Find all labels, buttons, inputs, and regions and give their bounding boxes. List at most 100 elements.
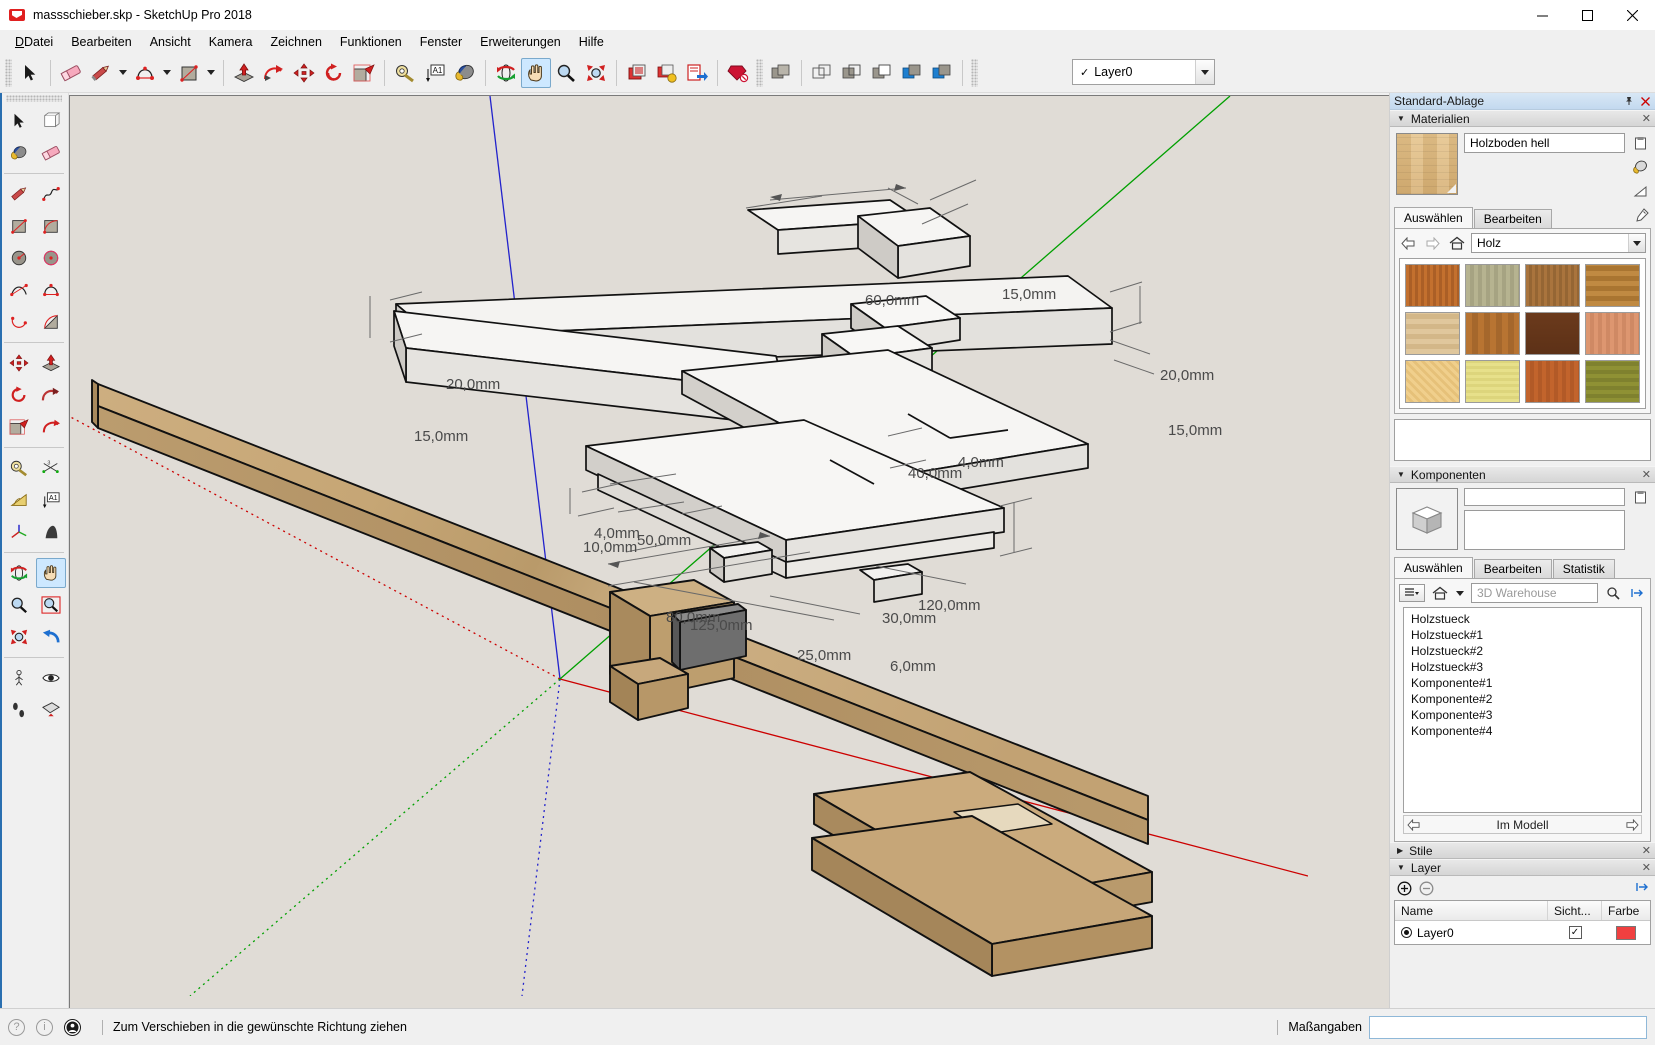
create-material-icon[interactable] bbox=[1631, 134, 1649, 152]
material-swatch-1[interactable] bbox=[1405, 264, 1460, 307]
layers-section-header[interactable]: ▼ Layer ✕ bbox=[1390, 859, 1655, 876]
export-button[interactable] bbox=[682, 58, 712, 88]
close-icon[interactable]: ✕ bbox=[1642, 861, 1651, 874]
toolbar-grip-3[interactable] bbox=[971, 58, 978, 87]
followme-tool-button[interactable] bbox=[259, 58, 289, 88]
chevron-down-icon[interactable] bbox=[1454, 584, 1466, 602]
rectangle-tool-button-left[interactable] bbox=[4, 211, 34, 241]
pan-tool-button[interactable] bbox=[521, 57, 551, 88]
paint-bucket-tool-button-left[interactable] bbox=[4, 138, 34, 168]
table-row[interactable]: Layer0 ✓ bbox=[1395, 921, 1650, 944]
line-tool-button[interactable] bbox=[86, 58, 116, 88]
arc-tool-button[interactable] bbox=[130, 58, 160, 88]
list-item[interactable]: Holzstueck#3 bbox=[1404, 659, 1641, 675]
pie-tool-button[interactable] bbox=[36, 307, 66, 337]
toolbar-grip-2[interactable] bbox=[756, 58, 763, 87]
menu-datei[interactable]: DDatei bbox=[6, 33, 62, 52]
arrow-right-icon[interactable] bbox=[1622, 816, 1641, 834]
list-item[interactable]: Holzstueck#2 bbox=[1404, 643, 1641, 659]
material-swatch-12[interactable] bbox=[1585, 360, 1640, 403]
toolbar-grip[interactable] bbox=[5, 58, 12, 87]
close-icon[interactable]: ✕ bbox=[1642, 844, 1651, 857]
menu-bearbeiten[interactable]: Bearbeiten bbox=[62, 33, 140, 52]
menu-ansicht[interactable]: Ansicht bbox=[141, 33, 200, 52]
line-tool-dropdown[interactable] bbox=[116, 58, 130, 88]
list-item[interactable]: Komponente#4 bbox=[1404, 723, 1641, 739]
model-canvas[interactable] bbox=[70, 96, 1308, 996]
text-tool-button[interactable]: A1 bbox=[420, 58, 450, 88]
material-swatch-3[interactable] bbox=[1525, 264, 1580, 307]
line-tool-button-left[interactable] bbox=[4, 179, 34, 209]
arrow-left-icon[interactable] bbox=[1404, 816, 1423, 834]
help-circle-icon[interactable]: ? bbox=[8, 1018, 25, 1036]
paint-bucket-tool-button[interactable] bbox=[450, 58, 480, 88]
offset-tool-button[interactable] bbox=[36, 412, 66, 442]
material-swatch-11[interactable] bbox=[1525, 360, 1580, 403]
outer-shell-button[interactable] bbox=[807, 58, 837, 88]
minus-circle-icon[interactable] bbox=[1419, 881, 1434, 896]
rotate-tool-button[interactable] bbox=[319, 58, 349, 88]
select-tool-button-left[interactable] bbox=[4, 106, 34, 136]
measurement-input[interactable] bbox=[1369, 1015, 1647, 1039]
list-item[interactable]: Komponente#3 bbox=[1404, 707, 1641, 723]
layer-visible-checkbox[interactable]: ✓ bbox=[1568, 926, 1582, 939]
two-point-arc-tool-button[interactable] bbox=[36, 275, 66, 305]
component-name-field[interactable] bbox=[1464, 488, 1625, 506]
tab-components-bearbeiten[interactable]: Bearbeiten bbox=[1473, 559, 1552, 578]
dimension-tool-button[interactable]: 3 bbox=[36, 453, 66, 483]
paint-sample-icon[interactable] bbox=[1631, 158, 1649, 176]
protractor-tool-button[interactable] bbox=[4, 485, 34, 515]
menu-fenster[interactable]: Fenster bbox=[411, 33, 471, 52]
followme-tool-button-left[interactable] bbox=[36, 380, 66, 410]
layer-combo[interactable]: ✓ Layer0 bbox=[1072, 59, 1215, 85]
zoom-tool-button[interactable] bbox=[551, 58, 581, 88]
polygon-tool-button[interactable] bbox=[36, 243, 66, 273]
list-item[interactable]: Holzstueck bbox=[1404, 611, 1641, 627]
zoom-window-tool-button[interactable] bbox=[36, 590, 66, 620]
components-section-header[interactable]: ▼ Komponenten ✕ bbox=[1390, 466, 1655, 483]
zoom-extents-tool-button[interactable] bbox=[581, 58, 611, 88]
material-swatch-10[interactable] bbox=[1465, 360, 1520, 403]
active-layer-radio[interactable] bbox=[1401, 927, 1412, 938]
list-menu-icon[interactable] bbox=[1399, 584, 1425, 602]
subtract-button[interactable] bbox=[897, 58, 927, 88]
walk-tool-button[interactable] bbox=[4, 695, 34, 725]
move-tool-button[interactable] bbox=[289, 58, 319, 88]
tape-measure-tool-button[interactable] bbox=[390, 58, 420, 88]
material-swatch-7[interactable] bbox=[1525, 312, 1580, 355]
trim-button[interactable] bbox=[927, 58, 957, 88]
list-item[interactable]: Komponente#1 bbox=[1404, 675, 1641, 691]
material-swatch-8[interactable] bbox=[1585, 312, 1640, 355]
close-icon[interactable]: ✕ bbox=[1642, 468, 1651, 481]
solid-tools-button[interactable] bbox=[766, 58, 796, 88]
circle-tool-button[interactable] bbox=[4, 243, 34, 273]
freehand-tool-button[interactable] bbox=[36, 179, 66, 209]
minimize-button[interactable] bbox=[1520, 0, 1565, 31]
close-button[interactable] bbox=[1610, 0, 1655, 31]
rotate-tool-button-left[interactable] bbox=[4, 380, 34, 410]
material-swatch-4[interactable] bbox=[1585, 264, 1640, 307]
styles-section-header[interactable]: ▶ Stile ✕ bbox=[1390, 842, 1655, 859]
pushpull-tool-button[interactable] bbox=[229, 58, 259, 88]
axes-tool-button[interactable] bbox=[4, 517, 34, 547]
menu-funktionen[interactable]: Funktionen bbox=[331, 33, 411, 52]
pushpull-tool-button-left[interactable] bbox=[36, 348, 66, 378]
rotated-rectangle-tool-button[interactable] bbox=[36, 211, 66, 241]
material-preview-swatch[interactable] bbox=[1396, 133, 1458, 195]
orbit-tool-button[interactable] bbox=[491, 58, 521, 88]
make-component-button[interactable] bbox=[622, 58, 652, 88]
zoom-tool-button-left[interactable] bbox=[4, 590, 34, 620]
tab-components-statistik[interactable]: Statistik bbox=[1552, 559, 1615, 578]
tab-components-auswaehlen[interactable]: Auswählen bbox=[1394, 557, 1473, 578]
left-toolbar-grip[interactable] bbox=[6, 95, 62, 102]
component-list[interactable]: Holzstueck Holzstueck#1 Holzstueck#2 Hol… bbox=[1403, 607, 1642, 813]
3d-text-tool-button[interactable] bbox=[36, 517, 66, 547]
zoom-extents-tool-button-left[interactable] bbox=[4, 622, 34, 652]
eraser-tool-button-left[interactable] bbox=[36, 138, 66, 168]
union-button[interactable] bbox=[867, 58, 897, 88]
triangle-icon[interactable] bbox=[1631, 182, 1649, 200]
material-swatch-5[interactable] bbox=[1405, 312, 1460, 355]
pin-icon[interactable] bbox=[1623, 95, 1635, 107]
tab-materials-auswaehlen[interactable]: Auswählen bbox=[1394, 207, 1473, 228]
eyedropper-icon[interactable] bbox=[1634, 208, 1649, 226]
